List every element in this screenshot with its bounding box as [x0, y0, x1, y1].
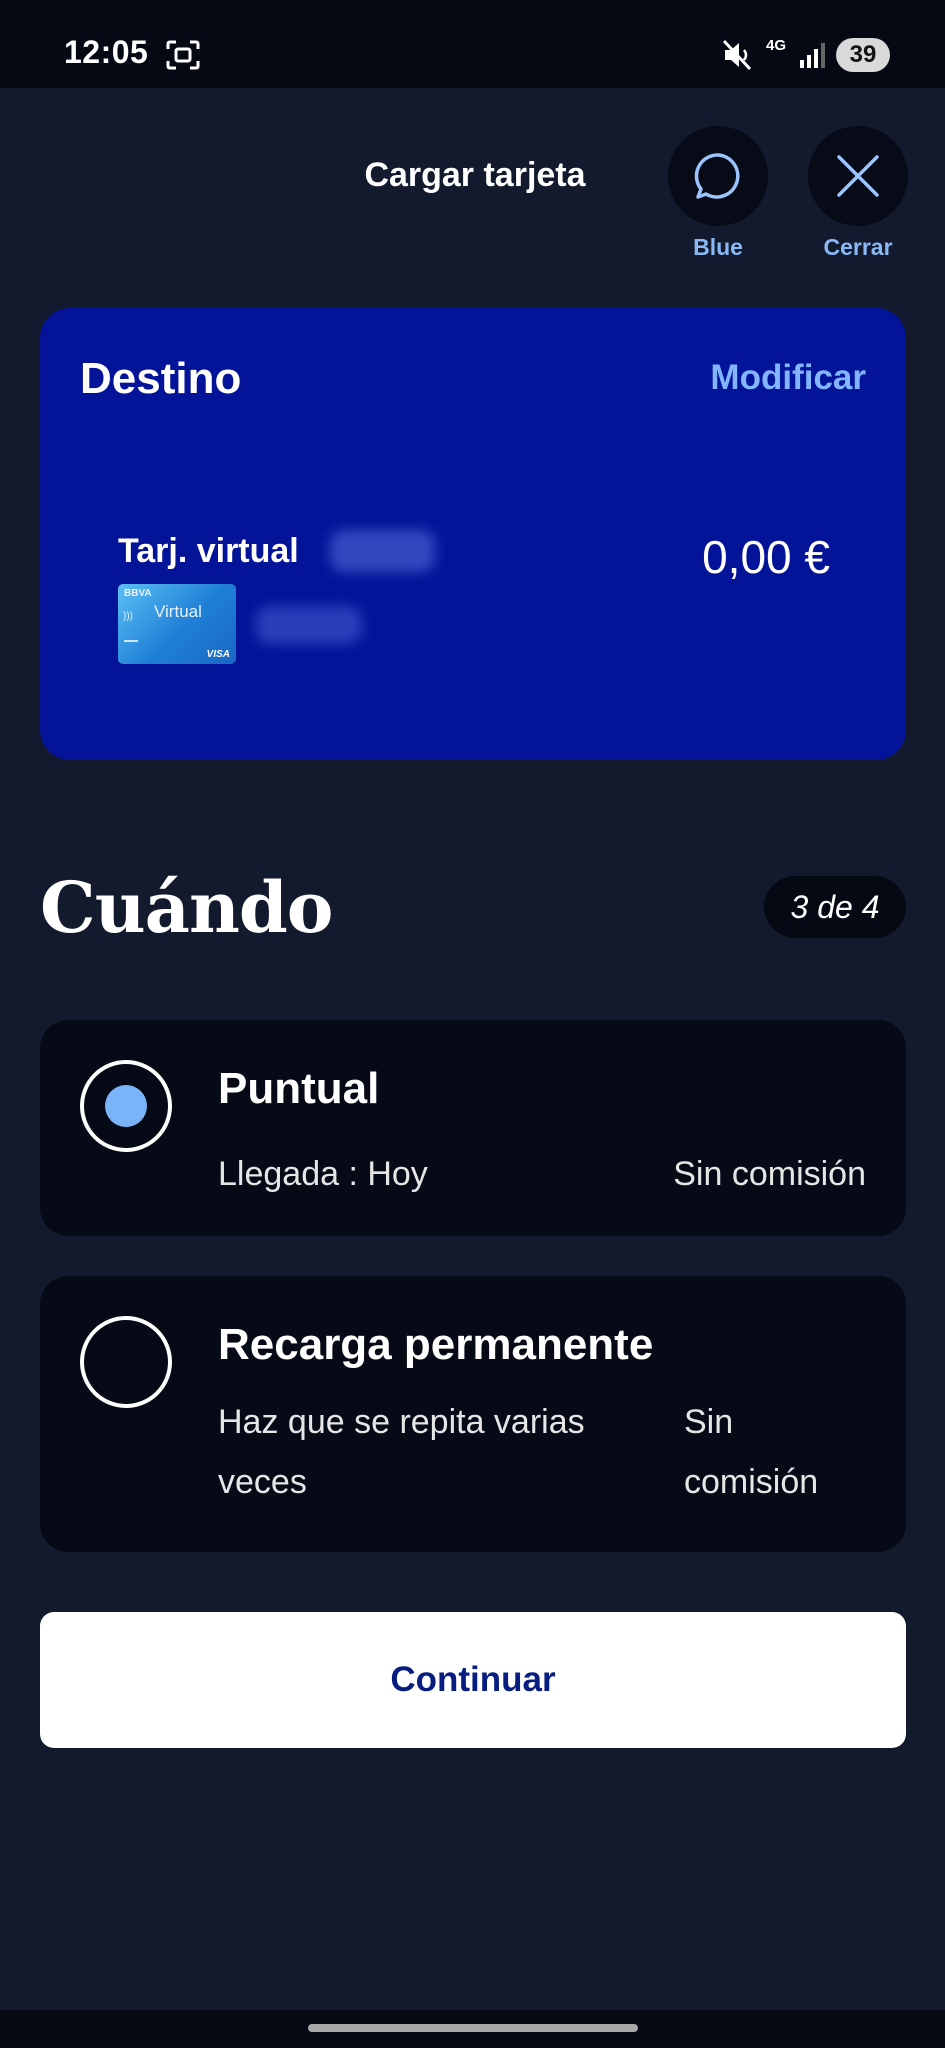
option-title: Puntual	[218, 1064, 380, 1113]
option-fee: Sin comisión	[673, 1155, 866, 1193]
page-title: Cargar tarjeta	[364, 156, 586, 194]
destination-card: Destino Modificar Tarj. virtual 0,00 € B…	[40, 308, 906, 760]
close-button-label: Cerrar	[823, 234, 893, 260]
close-icon	[808, 126, 908, 226]
blue-button-label: Blue	[693, 234, 743, 260]
chat-bubble-icon	[668, 126, 768, 226]
battery-indicator: 39	[836, 38, 890, 72]
card-thumbnail: BBVA ))) Virtual VISA	[118, 584, 236, 664]
contactless-icon: )))	[123, 611, 133, 622]
continue-button[interactable]: Continuar	[40, 1612, 906, 1748]
card-thumb-line	[124, 640, 138, 642]
network-type: 4G	[766, 37, 787, 54]
option-title: Recarga permanente	[218, 1320, 654, 1369]
close-button[interactable]: Cerrar	[808, 126, 908, 261]
destination-title: Destino	[80, 354, 242, 403]
card-balance: 0,00 €	[702, 531, 830, 583]
radio-unselected[interactable]	[80, 1316, 172, 1408]
redacted-card-suffix	[330, 530, 435, 572]
option-puntual[interactable]: Puntual Llegada : Hoy Sin comisión	[40, 1020, 906, 1236]
signal-icon	[798, 40, 828, 70]
home-handle[interactable]	[308, 2024, 638, 2032]
option-subtitle: Llegada : Hoy	[218, 1155, 428, 1193]
status-bar: 12:05 4G 39	[0, 0, 945, 88]
option-fee: Sin comisión	[684, 1403, 819, 1501]
redacted-card-number	[256, 606, 362, 644]
radio-dot	[105, 1085, 147, 1127]
step-badge: 3 de 4	[764, 876, 906, 938]
option-subtitle: Haz que se repita varias veces	[218, 1403, 585, 1501]
status-time: 12:05	[64, 34, 149, 70]
card-thumb-label: Virtual	[154, 602, 202, 621]
mute-icon	[722, 38, 754, 72]
radio-selected[interactable]	[80, 1060, 172, 1152]
section-title: Cuándo	[40, 866, 333, 949]
option-recarga-permanente[interactable]: Recarga permanente Haz que se repita var…	[40, 1276, 906, 1552]
screenshot-icon	[166, 40, 200, 70]
card-thumb-network: VISA	[206, 649, 230, 660]
modify-link[interactable]: Modificar	[710, 358, 866, 398]
card-name: Tarj. virtual	[118, 532, 299, 570]
navigation-bar	[0, 2010, 945, 2048]
card-thumb-bank: BBVA	[124, 588, 152, 599]
blue-assistant-button[interactable]: Blue	[668, 126, 768, 261]
